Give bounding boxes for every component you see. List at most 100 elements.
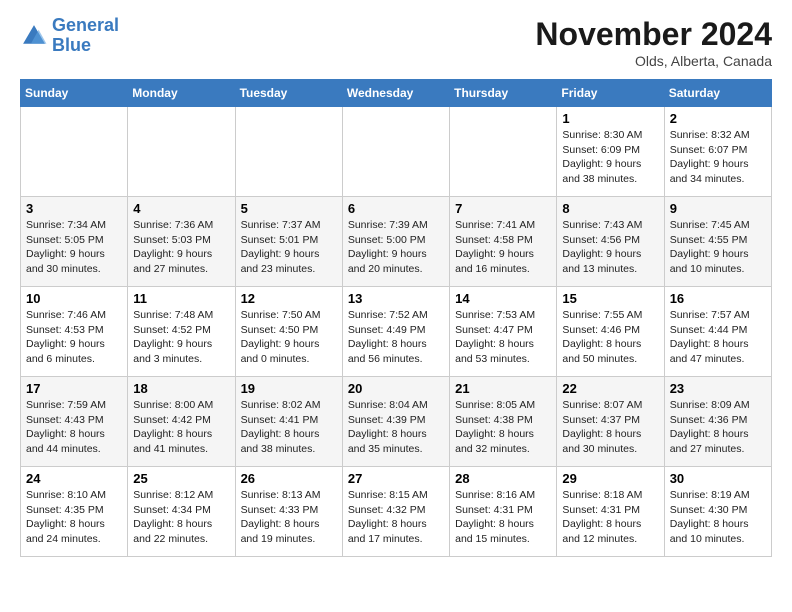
day-info: Sunrise: 7:43 AM Sunset: 4:56 PM Dayligh… [562,218,658,277]
weekday-header-row: SundayMondayTuesdayWednesdayThursdayFrid… [21,80,772,107]
day-info: Sunrise: 7:41 AM Sunset: 4:58 PM Dayligh… [455,218,551,277]
logo-line1: General [52,15,119,35]
week-row-2: 3Sunrise: 7:34 AM Sunset: 5:05 PM Daylig… [21,197,772,287]
cell-0-2 [235,107,342,197]
day-info: Sunrise: 7:55 AM Sunset: 4:46 PM Dayligh… [562,308,658,367]
cell-1-0: 3Sunrise: 7:34 AM Sunset: 5:05 PM Daylig… [21,197,128,287]
day-number: 22 [562,381,658,396]
logo-icon [20,22,48,50]
day-number: 30 [670,471,766,486]
day-info: Sunrise: 7:36 AM Sunset: 5:03 PM Dayligh… [133,218,229,277]
day-number: 20 [348,381,444,396]
header-thursday: Thursday [450,80,557,107]
day-info: Sunrise: 8:12 AM Sunset: 4:34 PM Dayligh… [133,488,229,547]
cell-4-5: 29Sunrise: 8:18 AM Sunset: 4:31 PM Dayli… [557,467,664,557]
header-tuesday: Tuesday [235,80,342,107]
day-number: 25 [133,471,229,486]
day-number: 3 [26,201,122,216]
day-number: 29 [562,471,658,486]
cell-1-3: 6Sunrise: 7:39 AM Sunset: 5:00 PM Daylig… [342,197,449,287]
day-info: Sunrise: 7:52 AM Sunset: 4:49 PM Dayligh… [348,308,444,367]
cell-3-1: 18Sunrise: 8:00 AM Sunset: 4:42 PM Dayli… [128,377,235,467]
day-number: 4 [133,201,229,216]
cell-2-2: 12 Sunrise: 7:50 AM Sunset: 4:50 PM Dayli… [235,287,342,377]
day-number: 9 [670,201,766,216]
cell-3-0: 17 Sunrise: 7:59 AM Sunset: 4:43 PM Dayli… [21,377,128,467]
cell-0-6: 2Sunrise: 8:32 AM Sunset: 6:07 PM Daylig… [664,107,771,197]
header-saturday: Saturday [664,80,771,107]
cell-2-5: 15 Sunrise: 7:55 AM Sunset: 4:46 PM Dayli… [557,287,664,377]
day-number: 10 [26,291,122,306]
day-number: 19 [241,381,337,396]
day-info: Sunrise: 7:46 AM Sunset: 4:53 PM Dayligh… [26,308,122,367]
day-number: 21 [455,381,551,396]
cell-0-1 [128,107,235,197]
day-number: 26 [241,471,337,486]
day-number: 23 [670,381,766,396]
day-number: 7 [455,201,551,216]
day-number: 6 [348,201,444,216]
cell-2-6: 16 Sunrise: 7:57 AM Sunset: 4:44 PM Dayli… [664,287,771,377]
logo-line2: Blue [52,35,91,55]
cell-1-4: 7 Sunrise: 7:41 AM Sunset: 4:58 PM Daylig… [450,197,557,287]
cell-2-1: 11 Sunrise: 7:48 AM Sunset: 4:52 PM Dayli… [128,287,235,377]
day-info: Sunrise: 7:48 AM Sunset: 4:52 PM Dayligh… [133,308,229,367]
cell-4-2: 26 Sunrise: 8:13 AM Sunset: 4:33 PM Dayli… [235,467,342,557]
week-row-5: 24 Sunrise: 8:10 AM Sunset: 4:35 PM Dayli… [21,467,772,557]
cell-4-1: 25 Sunrise: 8:12 AM Sunset: 4:34 PM Dayli… [128,467,235,557]
logo: General Blue [20,16,119,56]
logo-text: General Blue [52,16,119,56]
day-info: Sunrise: 8:16 AM Sunset: 4:31 PM Dayligh… [455,488,551,547]
cell-3-5: 22 Sunrise: 8:07 AM Sunset: 4:37 PM Dayli… [557,377,664,467]
day-info: Sunrise: 8:00 AM Sunset: 4:42 PM Dayligh… [133,398,229,457]
header-friday: Friday [557,80,664,107]
day-info: Sunrise: 8:32 AM Sunset: 6:07 PM Dayligh… [670,128,766,187]
day-info: Sunrise: 8:07 AM Sunset: 4:37 PM Dayligh… [562,398,658,457]
day-number: 12 [241,291,337,306]
cell-0-3 [342,107,449,197]
cell-1-6: 9Sunrise: 7:45 AM Sunset: 4:55 PM Daylig… [664,197,771,287]
day-number: 14 [455,291,551,306]
cell-2-0: 10 Sunrise: 7:46 AM Sunset: 4:53 PM Dayli… [21,287,128,377]
header-monday: Monday [128,80,235,107]
cell-3-6: 23 Sunrise: 8:09 AM Sunset: 4:36 PM Dayli… [664,377,771,467]
day-info: Sunrise: 8:09 AM Sunset: 4:36 PM Dayligh… [670,398,766,457]
cell-0-5: 1 Sunrise: 8:30 AM Sunset: 6:09 PM Daylig… [557,107,664,197]
week-row-3: 10 Sunrise: 7:46 AM Sunset: 4:53 PM Dayli… [21,287,772,377]
cell-3-2: 19Sunrise: 8:02 AM Sunset: 4:41 PM Dayli… [235,377,342,467]
title-block: November 2024 Olds, Alberta, Canada [535,16,772,69]
day-number: 15 [562,291,658,306]
day-number: 11 [133,291,229,306]
day-number: 1 [562,111,658,126]
cell-2-4: 14 Sunrise: 7:53 AM Sunset: 4:47 PM Dayli… [450,287,557,377]
day-number: 17 [26,381,122,396]
cell-3-4: 21 Sunrise: 8:05 AM Sunset: 4:38 PM Dayli… [450,377,557,467]
day-number: 27 [348,471,444,486]
day-info: Sunrise: 7:50 AM Sunset: 4:50 PM Dayligh… [241,308,337,367]
day-info: Sunrise: 8:05 AM Sunset: 4:38 PM Dayligh… [455,398,551,457]
week-row-1: 1 Sunrise: 8:30 AM Sunset: 6:09 PM Daylig… [21,107,772,197]
header-wednesday: Wednesday [342,80,449,107]
day-info: Sunrise: 8:30 AM Sunset: 6:09 PM Dayligh… [562,128,658,187]
day-info: Sunrise: 7:37 AM Sunset: 5:01 PM Dayligh… [241,218,337,277]
day-number: 16 [670,291,766,306]
day-info: Sunrise: 8:04 AM Sunset: 4:39 PM Dayligh… [348,398,444,457]
page-header: General Blue November 2024 Olds, Alberta… [20,16,772,69]
day-number: 24 [26,471,122,486]
day-number: 28 [455,471,551,486]
day-info: Sunrise: 7:57 AM Sunset: 4:44 PM Dayligh… [670,308,766,367]
day-number: 8 [562,201,658,216]
day-info: Sunrise: 8:10 AM Sunset: 4:35 PM Dayligh… [26,488,122,547]
week-row-4: 17 Sunrise: 7:59 AM Sunset: 4:43 PM Dayli… [21,377,772,467]
month-title: November 2024 [535,16,772,53]
cell-0-0 [21,107,128,197]
day-number: 13 [348,291,444,306]
day-info: Sunrise: 8:13 AM Sunset: 4:33 PM Dayligh… [241,488,337,547]
day-info: Sunrise: 8:15 AM Sunset: 4:32 PM Dayligh… [348,488,444,547]
day-info: Sunrise: 7:59 AM Sunset: 4:43 PM Dayligh… [26,398,122,457]
cell-2-3: 13 Sunrise: 7:52 AM Sunset: 4:49 PM Dayli… [342,287,449,377]
cell-4-6: 30Sunrise: 8:19 AM Sunset: 4:30 PM Dayli… [664,467,771,557]
calendar-table: SundayMondayTuesdayWednesdayThursdayFrid… [20,79,772,557]
cell-1-2: 5Sunrise: 7:37 AM Sunset: 5:01 PM Daylig… [235,197,342,287]
day-info: Sunrise: 7:53 AM Sunset: 4:47 PM Dayligh… [455,308,551,367]
